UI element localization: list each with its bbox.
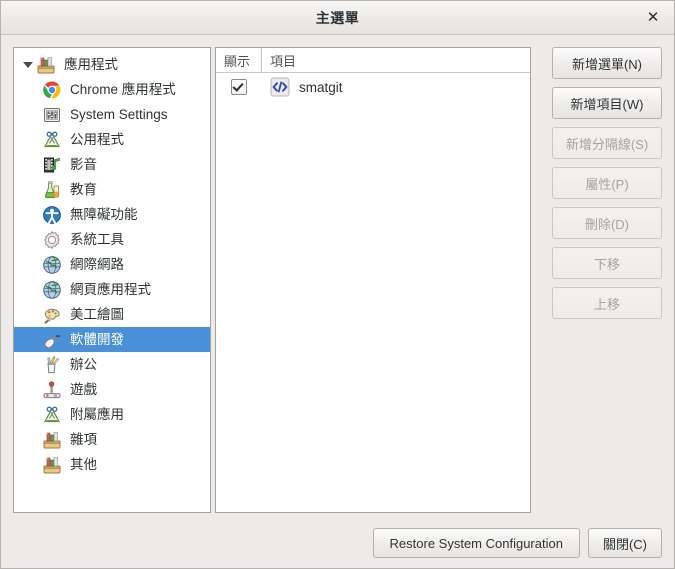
- panes: 應用程式 Chrome 應用程式 System Settings 公用程式影音教育無障…: [13, 47, 531, 513]
- tree-item-label: 影音: [70, 156, 97, 172]
- chrome-icon: [42, 80, 64, 100]
- tree-item[interactable]: 公用程式: [14, 127, 210, 152]
- tree-item-applications[interactable]: 應用程式: [14, 52, 210, 77]
- tree-item-label: 遊戲: [70, 381, 97, 397]
- tree-item-label: 軟體開發: [70, 331, 124, 347]
- list-rows: smatgit: [216, 73, 530, 101]
- code-brackets-icon: [270, 77, 290, 97]
- tree-item-label: 辦公: [70, 356, 97, 372]
- tree-item[interactable]: Chrome 應用程式: [14, 77, 210, 102]
- list-item[interactable]: smatgit: [216, 73, 530, 101]
- tree-item-label: 應用程式: [64, 56, 118, 72]
- education-icon: [42, 180, 64, 200]
- other-crate-icon: [42, 455, 64, 475]
- other-crate-icon: [42, 430, 64, 450]
- menu-item-list-pane: 顯示 項目 smatgit: [215, 47, 531, 513]
- games-joystick-icon: [42, 380, 64, 400]
- close-button[interactable]: 關閉(C): [587, 528, 662, 558]
- tree-item[interactable]: 影音: [14, 152, 210, 177]
- tree-item-label: Chrome 應用程式: [70, 81, 176, 97]
- tree-item[interactable]: 無障礙功能: [14, 202, 210, 227]
- list-header: 顯示 項目: [216, 48, 530, 73]
- tree-item[interactable]: 辦公: [14, 352, 210, 377]
- tree-item-label: 無障礙功能: [70, 206, 138, 222]
- tree-item[interactable]: System Settings: [14, 102, 210, 127]
- internet-globe-icon: [42, 255, 64, 275]
- tree-item[interactable]: 系統工具: [14, 227, 210, 252]
- tree-item[interactable]: 雜項: [14, 427, 210, 452]
- window-content: 應用程式 Chrome 應用程式 System Settings 公用程式影音教育無障…: [1, 35, 674, 568]
- tree-item-label: 雜項: [70, 431, 97, 447]
- dialog-footer: Restore System Configuration 關閉(C): [372, 528, 662, 558]
- tree-item[interactable]: 美工繪圖: [14, 302, 210, 327]
- tree-item-label: 附屬應用: [70, 406, 124, 422]
- side-action-button[interactable]: 新增項目(W): [552, 87, 662, 119]
- tree-item-label: 公用程式: [70, 131, 124, 147]
- window-title: 主選單: [315, 9, 360, 26]
- side-action-button: 下移: [552, 247, 662, 279]
- column-header-item[interactable]: 項目: [262, 48, 530, 72]
- side-action-button: 屬性(P): [552, 167, 662, 199]
- restore-system-configuration-button[interactable]: Restore System Configuration: [372, 528, 580, 558]
- side-action-button: 上移: [552, 287, 662, 319]
- category-tree-pane: 應用程式 Chrome 應用程式 System Settings 公用程式影音教育無障…: [13, 47, 211, 513]
- side-action-button[interactable]: 新增選單(N): [552, 47, 662, 79]
- tree-item[interactable]: 軟體開發: [14, 327, 210, 352]
- tree-item-label: 其他: [70, 456, 97, 472]
- accessories-icon: [42, 405, 64, 425]
- titlebar: 主選單 ✕: [1, 1, 674, 35]
- chevron-down-icon[interactable]: [20, 61, 36, 68]
- action-button-column: 新增選單(N) 新增項目(W) 新增分隔線(S) 屬性(P) 刪除(D) 下移上移: [552, 47, 662, 319]
- tree-item-label: 美工繪圖: [70, 306, 124, 322]
- tree-item[interactable]: 附屬應用: [14, 402, 210, 427]
- applications-crate-icon: [36, 55, 58, 75]
- tree-item-label: 網際網路: [70, 256, 124, 272]
- side-action-button: 刪除(D): [552, 207, 662, 239]
- tree-item-label: System Settings: [70, 106, 168, 122]
- tree-item-label: 教育: [70, 181, 97, 197]
- side-action-button: 新增分隔線(S): [552, 127, 662, 159]
- development-trowel-icon: [42, 330, 64, 350]
- tree-item[interactable]: 教育: [14, 177, 210, 202]
- tree-item[interactable]: 其他: [14, 452, 210, 477]
- close-icon[interactable]: ✕: [642, 7, 664, 29]
- graphics-palette-icon: [42, 305, 64, 325]
- multimedia-icon: [42, 155, 64, 175]
- list-item-label: smatgit: [299, 79, 343, 95]
- show-checkbox[interactable]: [231, 79, 247, 95]
- column-header-show[interactable]: 顯示: [216, 48, 262, 72]
- category-tree: 應用程式 Chrome 應用程式 System Settings 公用程式影音教育無障…: [14, 48, 210, 477]
- office-pencilcup-icon: [42, 355, 64, 375]
- list-item-name-cell: smatgit: [262, 77, 530, 97]
- system-settings-icon: [42, 105, 64, 125]
- tree-item[interactable]: 遊戲: [14, 377, 210, 402]
- tree-item[interactable]: 網際網路: [14, 252, 210, 277]
- tree-item-label: 網頁應用程式: [70, 281, 151, 297]
- main-menu-window: 主選單 ✕ 應用程式 Chrome 應用程式 System Settings 公用程式…: [0, 0, 675, 569]
- tree-item-label: 系統工具: [70, 231, 124, 247]
- system-tools-gear-icon: [42, 230, 64, 250]
- accessibility-icon: [42, 205, 64, 225]
- list-item-show-cell: [216, 79, 262, 95]
- accessories-icon: [42, 130, 64, 150]
- web-apps-globe-icon: [42, 280, 64, 300]
- tree-item[interactable]: 網頁應用程式: [14, 277, 210, 302]
